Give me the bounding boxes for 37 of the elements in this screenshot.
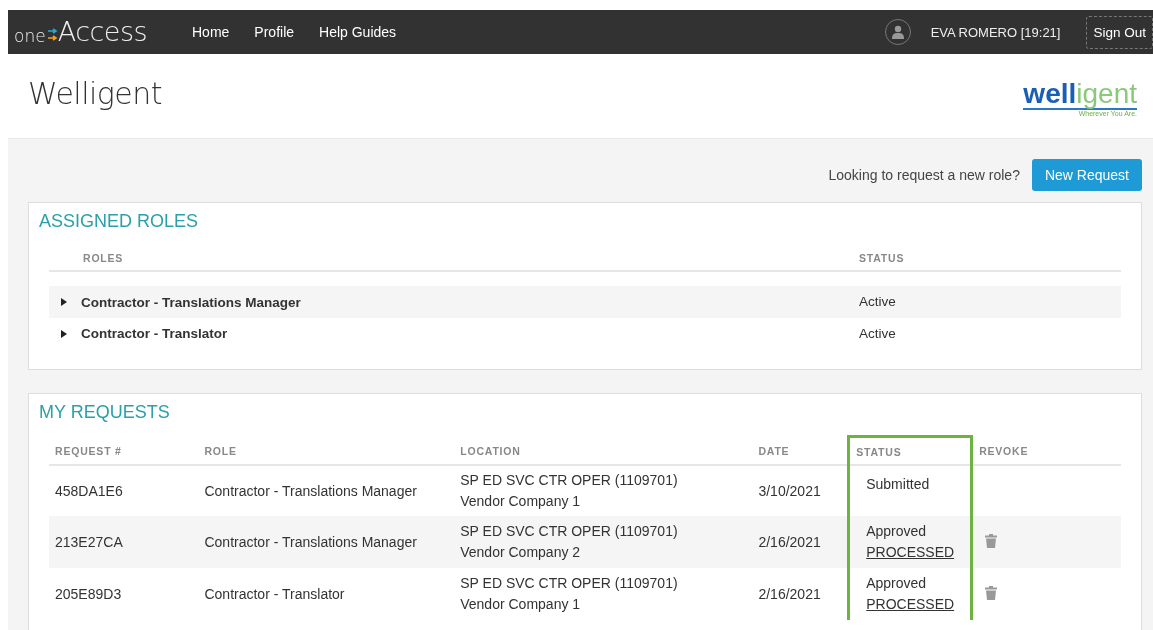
table-cell: 205E89D3 xyxy=(49,568,199,620)
trash-icon[interactable] xyxy=(985,585,998,600)
request-prompt: Looking to request a new role? xyxy=(828,167,1020,183)
table-cell: Contractor - Translator xyxy=(198,568,455,620)
nav-link[interactable]: Profile xyxy=(254,24,295,40)
table-cell: SP ED SVC CTR OPER (1109701) Vendor Company 1 xyxy=(454,568,753,620)
table-cell: 3/10/2021 xyxy=(752,465,849,516)
processed-link[interactable]: PROCESSED xyxy=(866,542,955,563)
table-cell: 213E27CA xyxy=(49,516,199,568)
user-name: EVA ROMERO [19:21] xyxy=(930,24,1061,40)
table-cell: Active xyxy=(853,317,1121,349)
caret-right-icon[interactable] xyxy=(61,329,67,338)
trash-icon[interactable] xyxy=(985,533,998,548)
status-text: Submitted xyxy=(866,474,931,494)
status-text: Approved xyxy=(866,574,928,593)
page-title: Welligent xyxy=(28,76,163,111)
role-name[interactable]: Contractor - Translator xyxy=(81,326,228,341)
card-title: ASSIGNED ROLES xyxy=(39,211,200,232)
table-cell: Contractor - Translations Manager xyxy=(198,516,455,568)
table-cell: 2/16/2021 xyxy=(752,568,849,620)
table-cell: Contractor - Translations Manager xyxy=(198,465,455,516)
table-cell: SP ED SVC CTR OPER (1109701) Vendor Company 1 xyxy=(454,465,753,516)
sign-out-button[interactable]: Sign Out xyxy=(1086,15,1153,49)
card-title: MY REQUESTS xyxy=(39,402,171,423)
table-cell: Active xyxy=(853,286,1121,318)
oneaccess-logo: one Access xyxy=(13,18,149,46)
column-header: ROLES xyxy=(49,244,853,271)
table-cell: 458DA1E6 xyxy=(49,465,199,516)
status-text: Approved xyxy=(866,522,928,541)
processed-link[interactable]: PROCESSED xyxy=(866,594,955,615)
role-name[interactable]: Contractor - Translations Manager xyxy=(81,294,301,310)
nav-link[interactable]: Help Guides xyxy=(319,24,397,40)
table-cell: 2/16/2021 xyxy=(752,516,849,568)
caret-right-icon[interactable] xyxy=(61,298,67,306)
table-cell: SP ED SVC CTR OPER (1109701) Vendor Company 2 xyxy=(454,516,753,568)
column-header: STATUS xyxy=(853,244,1121,271)
nav-link[interactable]: Home xyxy=(192,24,230,40)
